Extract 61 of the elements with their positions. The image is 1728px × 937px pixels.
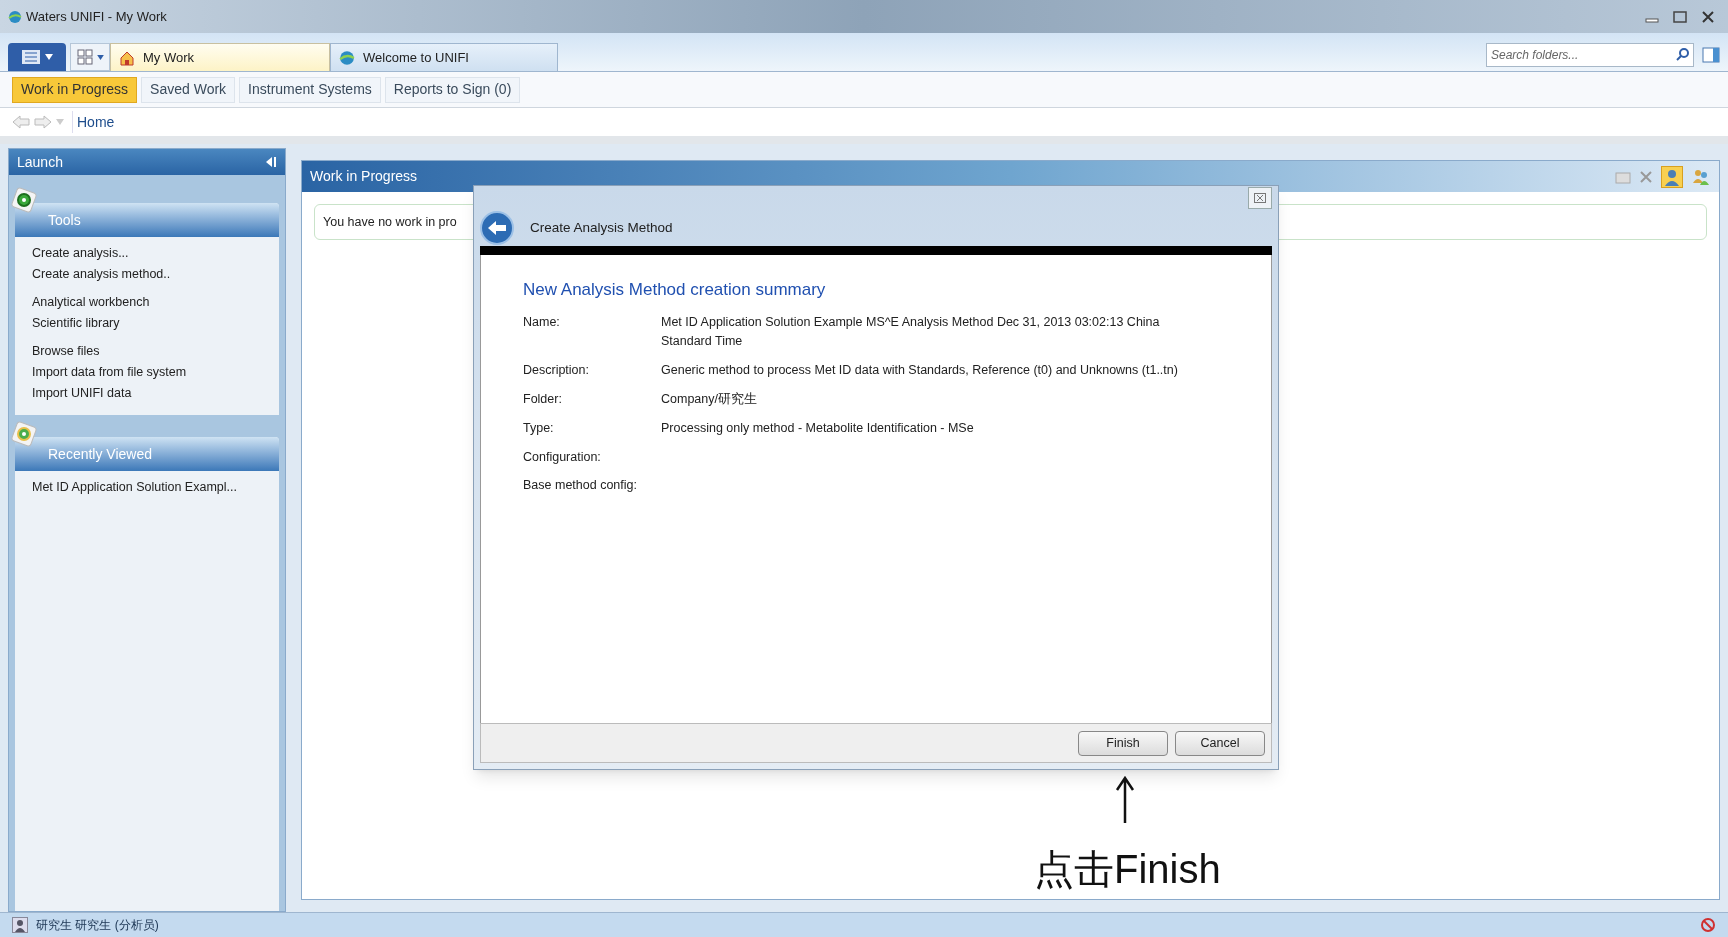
launch-link[interactable]: Analytical workbench xyxy=(32,292,279,313)
close-button[interactable] xyxy=(1248,187,1272,209)
panel-title: Launch xyxy=(17,152,63,172)
up-arrow xyxy=(1115,776,1135,824)
back-arrow-icon[interactable] xyxy=(12,115,30,129)
panel-icon[interactable] xyxy=(1702,45,1720,64)
field-label: Base method config: xyxy=(523,477,638,495)
caret-icon xyxy=(96,54,104,60)
no-entry-icon xyxy=(1700,917,1716,933)
caret-icon xyxy=(45,54,53,60)
close-icon[interactable] xyxy=(1700,9,1716,24)
back-button-icon[interactable] xyxy=(480,211,514,245)
message-text: You have no work in pro xyxy=(323,213,457,231)
window-title: Waters UNIFI - My Work xyxy=(26,7,167,26)
launch-link[interactable]: Scientific library xyxy=(32,313,279,334)
app-logo-icon xyxy=(339,49,355,66)
field-label: Configuration: xyxy=(523,448,602,466)
launch-link[interactable]: Met ID Application Solution Exampl... xyxy=(32,477,279,498)
field-value: Company/研究生 xyxy=(661,390,757,408)
nav-tab[interactable]: Instrument Systems xyxy=(239,76,381,103)
document-tab[interactable]: Welcome to UNIFI xyxy=(330,43,558,71)
app-logo-icon xyxy=(8,9,22,24)
search-icon xyxy=(1676,47,1690,61)
menu-button[interactable] xyxy=(8,43,66,71)
forward-arrow-icon[interactable] xyxy=(34,115,52,129)
field-value: Processing only method - Metabolite Identification - MSe xyxy=(661,419,974,437)
collapse-icon[interactable] xyxy=(265,156,277,168)
field-value: Met ID Application Solution Example MS^E Analysis Method Dec 31, 2013 03:02:13 China Standard Time xyxy=(661,313,1161,350)
section-title: Recently Viewed xyxy=(48,444,153,464)
nav-tab[interactable]: Reports to Sign (0) xyxy=(384,76,521,103)
close-icon xyxy=(1254,193,1266,203)
panel-title: Work in Progress xyxy=(310,167,418,186)
status-user: 研究生 研究生 (分析员) xyxy=(36,917,159,934)
user-icon[interactable] xyxy=(1661,165,1683,188)
maximize-icon[interactable] xyxy=(1672,9,1688,24)
user-icon xyxy=(12,917,28,933)
launch-link[interactable]: Create analysis... xyxy=(32,243,279,264)
dialog-title: Create Analysis Method xyxy=(530,218,673,237)
launch-link[interactable]: Browse files xyxy=(32,341,279,362)
launch-link[interactable]: Import UNIFI data xyxy=(32,383,279,404)
dialog-button[interactable]: Finish xyxy=(1078,730,1168,756)
field-label: Type: xyxy=(523,419,555,437)
launch-link[interactable]: Create analysis method.. xyxy=(32,264,279,285)
summary-heading: New Analysis Method creation summary xyxy=(523,279,827,301)
field-label: Folder: xyxy=(523,390,563,408)
nav-tab[interactable]: Work in Progress xyxy=(12,76,138,103)
annotation-text: 点击Finish xyxy=(1034,846,1221,893)
home-icon xyxy=(119,49,135,66)
layout-button[interactable] xyxy=(70,43,110,71)
field-label: Description: xyxy=(523,361,590,379)
field-value: Generic method to process Met ID data with Standards, Reference (t0) and Unknowns (t1..tn) xyxy=(661,361,1178,379)
dialog-button[interactable]: Cancel xyxy=(1175,730,1265,756)
nav-tab[interactable]: Saved Work xyxy=(141,76,236,103)
search-field[interactable]: Search folders... xyxy=(1486,43,1694,67)
grid-icon xyxy=(76,49,93,65)
field-label: Name: xyxy=(523,313,561,331)
launch-link[interactable]: Import data from file system xyxy=(32,362,279,383)
list-icon xyxy=(21,49,41,65)
section-title: Tools xyxy=(48,210,81,230)
breadcrumb-link[interactable]: Home xyxy=(77,111,115,133)
document-tab[interactable]: My Work xyxy=(110,43,330,71)
